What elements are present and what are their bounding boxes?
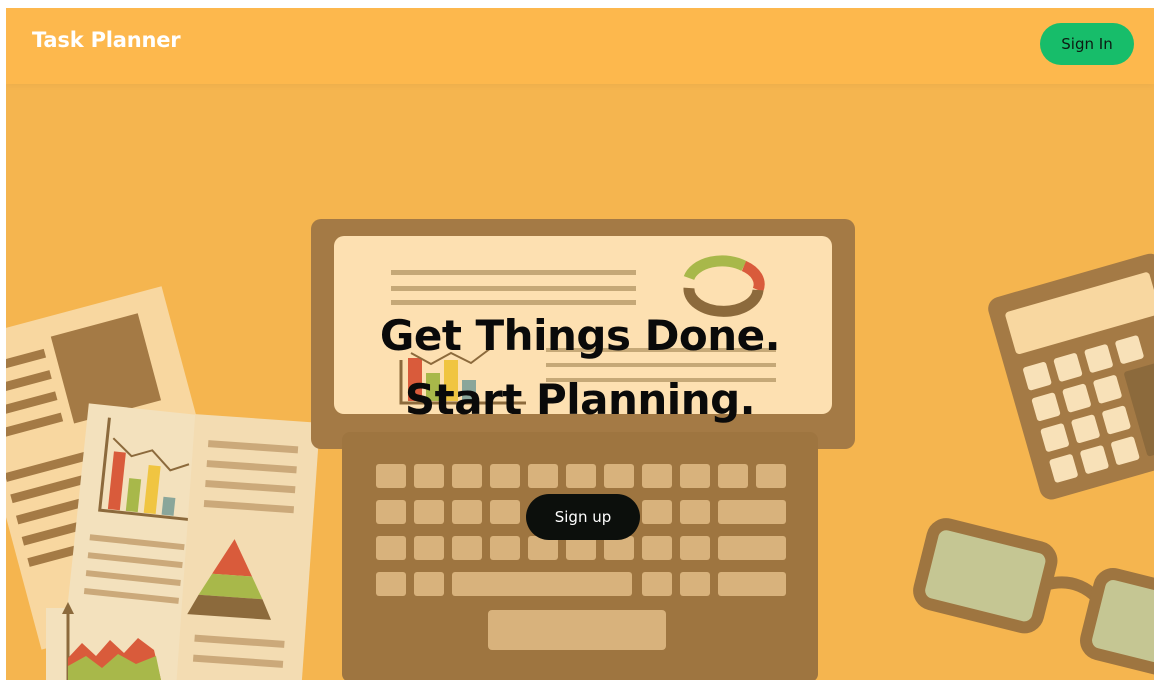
landing-page: Task Planner Sign In Get Things Done. St… [6, 8, 1154, 680]
hero-heading: Get Things Done. Start Planning. [6, 304, 1154, 432]
top-navbar: Task Planner Sign In [6, 8, 1154, 84]
laptop-icon [311, 219, 855, 680]
hero-line-1: Get Things Done. [379, 311, 781, 360]
sign-in-button[interactable]: Sign In [1040, 23, 1134, 65]
hero-line-2: Start Planning. [404, 375, 756, 424]
sign-up-button[interactable]: Sign up [526, 494, 640, 540]
app-title[interactable]: Task Planner [32, 28, 181, 52]
